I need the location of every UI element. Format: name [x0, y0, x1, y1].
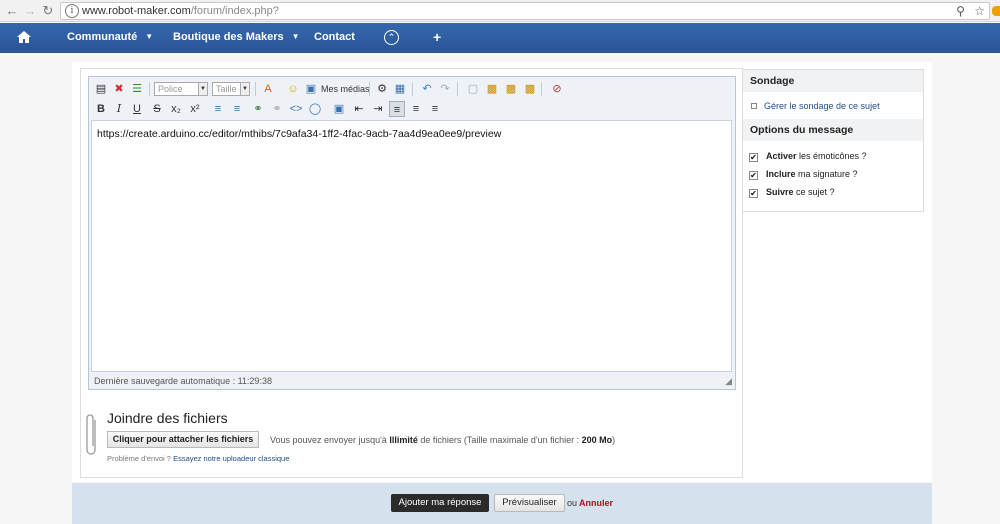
undo-icon[interactable]: ↶ — [419, 81, 435, 97]
toolbar-separator — [457, 82, 458, 96]
option-follow[interactable]: ✔ Suivre ce sujet ? — [749, 187, 835, 198]
options-sidebar: Sondage Gérer le sondage de ce sujet Opt… — [742, 69, 924, 212]
unlink-icon[interactable]: ⚭ — [269, 101, 285, 117]
back-icon[interactable]: ← — [4, 3, 20, 19]
toolbar-separator — [369, 82, 370, 96]
scroll-top-icon[interactable]: ⌃ — [384, 30, 399, 45]
italic-icon[interactable]: I — [111, 101, 127, 117]
copy-icon[interactable]: ▩ — [484, 81, 500, 97]
site-navbar: Communauté ▼ Boutique des Makers ▼ Contact… — [0, 23, 1000, 53]
underline-icon[interactable]: U — [129, 101, 145, 117]
attachments-title: Joindre des fichiers — [107, 410, 228, 426]
spoiler-icon[interactable]: ⚙ — [374, 81, 390, 97]
checkbox-emoticons[interactable]: ✔ — [749, 153, 758, 162]
numbered-list-icon[interactable]: ≡ — [229, 101, 245, 117]
or-text: ou — [567, 498, 578, 508]
paste-icon[interactable]: ▩ — [503, 81, 519, 97]
cut-icon[interactable]: ▢ — [465, 81, 481, 97]
font-select[interactable]: Police ▼ — [154, 82, 208, 96]
message-textarea[interactable]: https://create.arduino.cc/editor/mthibs/… — [91, 120, 732, 372]
remove-format-icon[interactable]: ✖ — [111, 81, 127, 97]
url-text: www.robot-maker.com/forum/index.php? — [82, 5, 279, 17]
attach-files-button[interactable]: Cliquer pour attacher les fichiers — [107, 431, 259, 448]
paste-word-icon[interactable]: ▩ — [522, 81, 538, 97]
home-icon[interactable] — [16, 29, 32, 45]
code-block-icon[interactable]: ▦ — [392, 81, 408, 97]
checkbox-follow[interactable]: ✔ — [749, 189, 758, 198]
checkbox-signature[interactable]: ✔ — [749, 171, 758, 180]
paste-text-icon[interactable]: ☰ — [129, 81, 145, 97]
outdent-icon[interactable]: ⇤ — [351, 101, 367, 117]
forward-icon[interactable]: → — [22, 3, 38, 19]
chevron-down-icon: ▼ — [198, 83, 207, 95]
option-signature[interactable]: ✔ Inclure ma signature ? — [749, 169, 858, 180]
redo-icon[interactable]: ↷ — [437, 81, 453, 97]
bold-icon[interactable]: B — [93, 101, 109, 117]
subscript-icon[interactable]: x₂ — [168, 101, 184, 117]
message-content[interactable]: https://create.arduino.cc/editor/mthibs/… — [97, 128, 501, 140]
indent-icon[interactable]: ⇥ — [370, 101, 386, 117]
cancel-link[interactable]: Annuler — [579, 498, 613, 508]
editor-toolbar-row-1: ▤ ✖ ☰ Police ▼ Taille ▼ A ☺ ▣ Mes médias ⚙… — [89, 78, 735, 100]
site-info-icon[interactable]: i — [65, 4, 79, 18]
text-color-icon[interactable]: A — [260, 81, 276, 97]
upload-problem-text: Problème d'envoi ? Essayez notre uploade… — [107, 454, 290, 463]
submit-reply-button[interactable]: Ajouter ma réponse — [391, 494, 489, 512]
align-center-icon[interactable]: ≡ — [408, 101, 424, 117]
align-right-icon[interactable]: ≡ — [427, 101, 443, 117]
toolbar-separator — [412, 82, 413, 96]
autosave-status: Dernière sauvegarde automatique : 11:29:… — [94, 376, 272, 386]
image-icon[interactable]: ▣ — [331, 101, 347, 117]
nav-communaute[interactable]: Communauté ▼ — [67, 31, 153, 43]
strikethrough-icon[interactable]: S — [149, 101, 165, 117]
caret-down-icon: ▼ — [145, 32, 154, 41]
code-icon[interactable]: <> — [288, 101, 304, 117]
link-icon[interactable]: ⚭ — [250, 101, 266, 117]
toolbar-separator — [255, 82, 256, 96]
nav-contact[interactable]: Contact — [314, 31, 355, 43]
size-select[interactable]: Taille ▼ — [212, 82, 250, 96]
reload-icon[interactable]: ↻ — [40, 3, 56, 19]
smiley-icon[interactable]: ☺ — [285, 81, 301, 97]
options-heading: Options du message — [743, 119, 923, 141]
media-label[interactable]: Mes médias — [321, 84, 370, 94]
square-bullet-icon — [751, 103, 757, 109]
manage-poll-link[interactable]: Gérer le sondage de ce sujet — [751, 101, 880, 111]
quote-icon[interactable]: ◯ — [307, 101, 323, 117]
paperclip-icon — [86, 414, 96, 455]
attachments-info: Vous pouvez envoyer jusqu'à Illimité de … — [270, 435, 616, 445]
toolbar-separator — [149, 82, 150, 96]
plus-icon[interactable]: + — [433, 29, 441, 45]
address-bar[interactable]: i www.robot-maker.com/forum/index.php? ⚲… — [60, 2, 990, 20]
zoom-icon[interactable]: ⚲ — [956, 4, 965, 18]
superscript-icon[interactable]: x² — [187, 101, 203, 117]
address-actions: ⚲ ☆ — [956, 4, 985, 18]
rich-text-editor: ▤ ✖ ☰ Police ▼ Taille ▼ A ☺ ▣ Mes médias ⚙… — [88, 76, 736, 390]
classic-uploader-link[interactable]: Essayez notre uploadeur classique — [173, 454, 289, 463]
align-left-icon[interactable]: ≡ — [389, 101, 405, 117]
source-icon[interactable]: ▤ — [93, 81, 109, 97]
nav-boutique[interactable]: Boutique des Makers ▼ — [173, 31, 300, 43]
extension-icon[interactable] — [992, 6, 1000, 16]
chevron-down-icon: ▼ — [240, 83, 249, 95]
caret-down-icon: ▼ — [291, 32, 300, 41]
bookmark-star-icon[interactable]: ☆ — [974, 4, 985, 18]
resize-handle-icon[interactable]: ◢ — [725, 376, 732, 387]
poll-heading: Sondage — [743, 70, 923, 92]
browser-toolbar: ← → ↻ i www.robot-maker.com/forum/index.… — [0, 0, 1000, 22]
preview-button[interactable]: Prévisualiser — [494, 494, 565, 512]
option-emoticons[interactable]: ✔ Activer les émoticônes ? — [749, 151, 867, 162]
bullet-list-icon[interactable]: ≡ — [210, 101, 226, 117]
toolbar-separator — [541, 82, 542, 96]
media-icon[interactable]: ▣ — [303, 81, 319, 97]
spellcheck-icon[interactable]: ⊘ — [549, 81, 565, 97]
editor-toolbar-row-2: B I U S x₂ x² ≡ ≡ ⚭ ⚭ <> ◯ ▣ ⇤ ⇥ ≡ ≡ ≡ — [89, 98, 735, 120]
